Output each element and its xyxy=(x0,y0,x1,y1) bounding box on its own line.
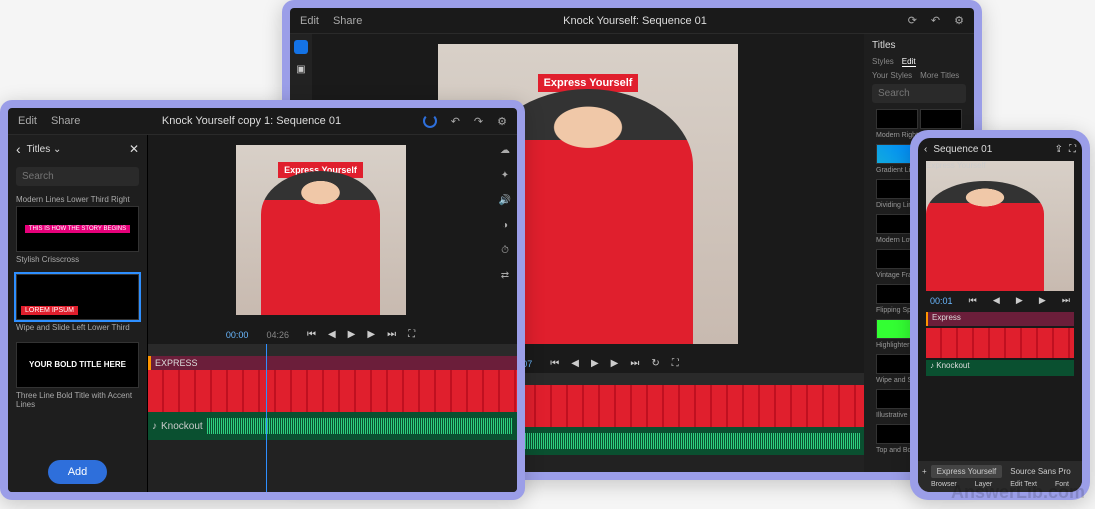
preview-canvas[interactable]: Express Yourself xyxy=(926,161,1074,291)
chevron-down-icon: ⌄ xyxy=(53,144,61,155)
fullscreen-icon[interactable]: ⛶ xyxy=(672,358,679,369)
jump-start-icon[interactable]: ⏮ xyxy=(307,329,316,340)
menu-edit[interactable]: Edit xyxy=(18,115,37,127)
title-template[interactable]: THIS IS HOW THE STORY BEGINS Stylish Cri… xyxy=(16,206,139,264)
play-icon[interactable]: ▶ xyxy=(1016,295,1023,306)
timecode-total: 04:26 xyxy=(266,330,289,340)
titles-heading: Titles xyxy=(864,34,974,57)
fullscreen-icon[interactable]: ⛶ xyxy=(1069,144,1076,155)
phone-device: ‹ Sequence 01 ⇪ ⛶ Express Yourself 00:01… xyxy=(910,130,1090,500)
phone-topbar: ‹ Sequence 01 ⇪ ⛶ xyxy=(918,138,1082,161)
sequence-title: Sequence 01 xyxy=(933,144,992,155)
timecode-current: 00:00 xyxy=(226,330,249,340)
right-rail: ☁ ✦ 🔊 ◑ ⏱ ⇄ xyxy=(493,135,517,344)
project-title: Knock Yourself: Sequence 01 xyxy=(376,15,893,27)
transform-icon[interactable]: ⇄ xyxy=(501,270,509,281)
sync-spinner-icon xyxy=(423,114,437,128)
audio-track[interactable]: ♪ Knockout xyxy=(148,412,517,440)
loop-icon[interactable]: ↻ xyxy=(651,358,659,369)
next-frame-icon[interactable]: ▶ xyxy=(611,358,619,369)
sidebar-heading[interactable]: Titles ⌄ xyxy=(27,144,62,155)
cloud-icon[interactable]: ☁ xyxy=(500,145,510,156)
tablet-menubar: Edit Share Knock Yourself copy 1: Sequen… xyxy=(8,108,517,135)
subtab-more-titles[interactable]: More Titles xyxy=(920,71,959,80)
audio-track[interactable]: ♪ Knockout xyxy=(926,360,1074,376)
jump-start-icon[interactable]: ⏮ xyxy=(550,358,559,369)
tab-styles[interactable]: Styles xyxy=(872,57,894,67)
jump-end-icon[interactable]: ⏭ xyxy=(1062,295,1070,306)
menu-edit[interactable]: Edit xyxy=(300,15,319,27)
next-frame-icon[interactable]: ▶ xyxy=(367,329,375,340)
play-icon[interactable]: ▶ xyxy=(348,329,356,340)
jump-end-icon[interactable]: ⏭ xyxy=(387,329,396,340)
adjust-icon[interactable]: ✦ xyxy=(501,170,509,181)
export-icon[interactable]: ⇪ xyxy=(1055,144,1063,155)
tpl-name: Stylish Crisscross xyxy=(16,255,139,264)
menu-share[interactable]: Share xyxy=(51,115,80,127)
timeline[interactable]: EXPRESS ♪ Knockout xyxy=(148,344,517,492)
fullscreen-icon[interactable]: ⛶ xyxy=(408,329,415,340)
subtab-your-styles[interactable]: Your Styles xyxy=(872,71,912,80)
title-track-clip[interactable]: EXPRESS xyxy=(148,356,517,370)
redo-icon[interactable]: ↷ xyxy=(474,115,483,128)
color-icon[interactable]: ◑ xyxy=(502,220,508,231)
audio-clip-name: Knockout xyxy=(936,361,969,370)
close-icon[interactable]: ✕ xyxy=(129,142,139,156)
video-subject xyxy=(926,181,1044,292)
titles-search[interactable] xyxy=(872,84,966,103)
tab-edit[interactable]: Edit xyxy=(902,57,916,67)
transport-controls: 00:00 04:26 ⏮ ◀ ▶ ▶ ⏭ ⛶ xyxy=(148,325,493,344)
timecode-current: 00:01 xyxy=(930,296,953,306)
font-name[interactable]: Source Sans Pro xyxy=(1010,467,1070,476)
gear-icon[interactable]: ⚙ xyxy=(497,115,507,128)
title-overlay[interactable]: Express Yourself xyxy=(926,161,1074,170)
back-icon[interactable]: ‹ xyxy=(16,141,21,157)
speed-icon[interactable]: ⏱ xyxy=(501,245,509,256)
tablet-device: Edit Share Knock Yourself copy 1: Sequen… xyxy=(0,100,525,500)
next-frame-icon[interactable]: ▶ xyxy=(1039,295,1046,306)
title-template-selected[interactable]: LOREM IPSUM Wipe and Slide Left Lower Th… xyxy=(16,274,139,332)
preview-canvas[interactable]: Express Yourself xyxy=(236,145,406,315)
playhead[interactable] xyxy=(266,344,267,492)
home-icon[interactable]: ▣ xyxy=(296,64,305,75)
title-template[interactable]: YOUR BOLD TITLE HERE Three Line Bold Tit… xyxy=(16,342,139,409)
waveform xyxy=(207,418,513,434)
add-icon[interactable]: + xyxy=(922,467,927,476)
video-subject xyxy=(261,171,380,316)
video-track[interactable] xyxy=(148,370,517,412)
volume-icon[interactable]: 🔊 xyxy=(499,195,511,206)
tpl-name: Three Line Bold Title with Accent Lines xyxy=(16,391,139,409)
transport-controls: 00:01 ⏮ ◀ ▶ ▶ ⏭ xyxy=(918,291,1082,310)
title-track-clip[interactable]: Express xyxy=(926,312,1074,326)
prev-frame-icon[interactable]: ◀ xyxy=(328,329,336,340)
music-icon: ♪ xyxy=(930,361,934,370)
tpl-name: Wipe and Slide Left Lower Third xyxy=(16,323,139,332)
sync-icon[interactable]: ⟳ xyxy=(908,14,917,27)
titles-sidebar: ‹ Titles ⌄ ✕ Modern Lines Lower Third Ri… xyxy=(8,135,148,492)
undo-icon[interactable]: ↶ xyxy=(451,115,460,128)
jump-end-icon[interactable]: ⏭ xyxy=(630,358,639,369)
audio-clip-name: Knockout xyxy=(161,421,203,432)
menu-share[interactable]: Share xyxy=(333,15,362,27)
music-icon: ♪ xyxy=(152,421,157,432)
play-icon[interactable]: ▶ xyxy=(591,358,599,369)
prev-frame-icon[interactable]: ◀ xyxy=(571,358,579,369)
back-icon[interactable]: ‹ xyxy=(924,144,927,155)
video-track[interactable] xyxy=(926,328,1074,358)
title-text-chip[interactable]: Express Yourself xyxy=(931,465,1003,478)
project-title: Knock Yourself copy 1: Sequence 01 xyxy=(94,115,408,127)
desktop-menubar: Edit Share Knock Yourself: Sequence 01 ⟳… xyxy=(290,8,974,34)
watermark: AnswerLib.com xyxy=(951,482,1085,503)
tpl-name-prev: Modern Lines Lower Third Right xyxy=(8,193,147,206)
sidebar-search[interactable] xyxy=(16,167,139,186)
time-ruler[interactable] xyxy=(148,344,517,356)
prev-frame-icon[interactable]: ◀ xyxy=(993,295,1000,306)
jump-start-icon[interactable]: ⏮ xyxy=(969,295,977,306)
undo-icon[interactable]: ↶ xyxy=(931,14,940,27)
add-button[interactable]: Add xyxy=(48,460,108,484)
app-icon[interactable] xyxy=(294,40,308,54)
gear-icon[interactable]: ⚙ xyxy=(954,14,964,27)
